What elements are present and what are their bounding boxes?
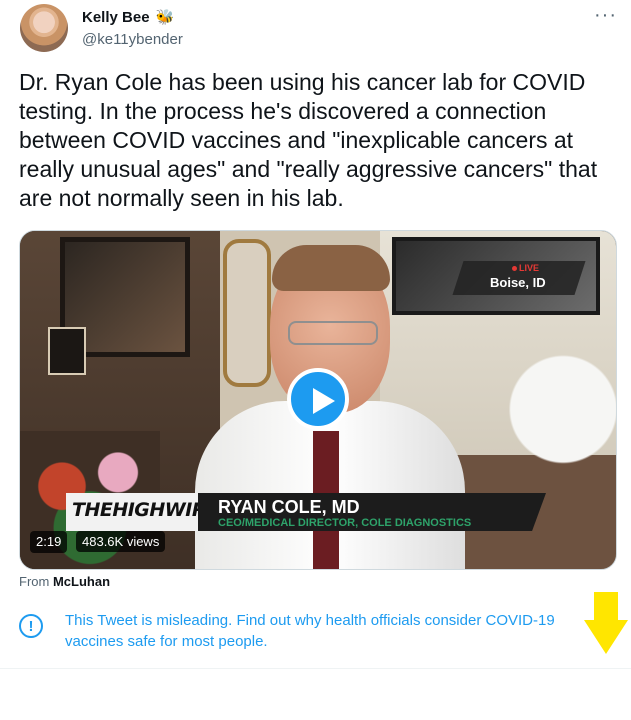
guest-title: CEO/MEDICAL DIRECTOR, COLE DIAGNOSTICS [218, 517, 472, 529]
video-duration: 2:19 [30, 531, 68, 553]
more-options-icon[interactable]: ··· [594, 4, 617, 27]
views-label: 483.6K views [76, 531, 166, 552]
tweet-text: Dr. Ryan Cole has been using his cancer … [19, 69, 598, 211]
live-label: LIVE [519, 263, 540, 273]
source-line: From McLuhan [19, 574, 110, 589]
video-views: 483.6K views [76, 531, 166, 553]
bee-icon: 🐝 [155, 9, 175, 26]
author-name[interactable]: Kelly Bee 🐝 [82, 9, 174, 26]
misleading-notice-link[interactable]: This Tweet is misleading. Find out why h… [65, 610, 585, 652]
source-prefix: From [19, 574, 50, 589]
source-name[interactable]: McLuhan [53, 574, 110, 589]
lower-third: THEHIGHWIRE RYAN COLE, MD CEO/MEDICAL DI… [66, 493, 546, 531]
arrow-annotation [584, 592, 628, 654]
location-label: Boise, ID [490, 275, 546, 290]
exclamation-icon: ! [19, 614, 43, 638]
guest-name: RYAN COLE, MD [218, 497, 360, 517]
brand-logo: THEHIGHWIRE [72, 499, 219, 521]
live-dot-icon [512, 266, 517, 271]
play-button[interactable] [287, 368, 349, 430]
play-icon [313, 388, 335, 414]
avatar[interactable] [20, 4, 68, 52]
author-handle[interactable]: @ke11ybender [82, 31, 183, 48]
tweet: Kelly Bee 🐝 @ke11ybender ··· Dr. Ryan Co… [0, 0, 631, 669]
author-display-name[interactable]: Kelly Bee [82, 9, 150, 26]
duration-label: 2:19 [30, 531, 68, 553]
